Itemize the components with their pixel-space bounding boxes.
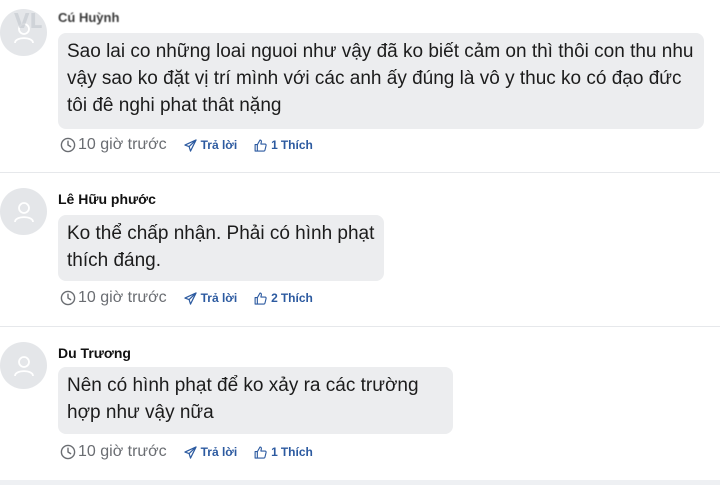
comment-author[interactable]: Du Trương [58, 345, 131, 361]
comment-meta: 10 giờ trước Trả lời 2 Thích [60, 288, 313, 308]
avatar[interactable] [0, 188, 47, 235]
comment-time: 10 giờ trước [60, 289, 167, 307]
comment-author[interactable]: Cú Huỳnh [58, 10, 119, 25]
comment-bubble: Nên có hình phạt để ko xảy ra các trường… [58, 367, 453, 434]
comment-item: Lê Hữu phước Ko thể chấp nhận. Phải có h… [0, 173, 720, 326]
comment-text-line: Sao lai co những loai nguoi như vậy đã k… [67, 41, 694, 62]
clock-icon [60, 444, 76, 460]
paper-plane-icon [183, 445, 197, 459]
reply-label: Trả lời [200, 445, 238, 459]
comment-meta: 10 giờ trước Trả lời 1 Thích [60, 442, 313, 462]
like-count: 2 [271, 291, 278, 305]
clock-icon [60, 290, 76, 306]
comment-bubble: Ko thể chấp nhận. Phải có hình phạt thíc… [58, 215, 384, 281]
comment-text-line: Nên có hình phạt để ko xảy ra các trường [67, 375, 419, 396]
comment-author[interactable]: Lê Hữu phước [58, 191, 156, 207]
clock-icon [60, 137, 76, 153]
like-button[interactable]: 2 Thích [254, 291, 313, 305]
user-icon [13, 355, 34, 376]
comment-text-line: tôi đê nghi phat thât nặng [67, 95, 282, 116]
comment-text-line: vậy sao ko đặt vị trí mình với các anh ấ… [67, 68, 682, 89]
reply-label: Trả lời [200, 138, 238, 152]
time-text: 10 giờ trước [78, 443, 167, 460]
comment-time: 10 giờ trước [60, 136, 167, 154]
like-label: Thích [280, 138, 313, 152]
like-label: Thích [280, 445, 313, 459]
reply-label: Trả lời [200, 291, 238, 305]
comment-bubble: Sao lai co những loai nguoi như vậy đã k… [58, 33, 704, 129]
thumbs-up-icon [254, 292, 267, 305]
like-count: 1 [271, 138, 278, 152]
comment-item: Du Trương Nên có hình phạt để ko xảy ra … [0, 327, 720, 480]
reply-button[interactable]: Trả lời [183, 138, 238, 152]
reply-button[interactable]: Trả lời [183, 445, 238, 459]
reply-button[interactable]: Trả lời [183, 291, 238, 305]
like-button[interactable]: 1 Thích [254, 138, 313, 152]
comment-text-line: hợp như vậy nữa [67, 402, 214, 423]
watermark-logo: VL [14, 10, 42, 33]
thumbs-up-icon [254, 139, 267, 152]
like-label: Thích [280, 291, 313, 305]
svg-text:VL: VL [14, 10, 42, 33]
section-separator [0, 480, 720, 485]
time-text: 10 giờ trước [78, 289, 167, 306]
comment-text-line: Ko thể chấp nhận. Phải có hình phạt [67, 223, 375, 244]
comment-text-line: thích đáng. [67, 250, 162, 271]
paper-plane-icon [183, 138, 197, 152]
paper-plane-icon [183, 291, 197, 305]
comment-time: 10 giờ trước [60, 443, 167, 461]
like-count: 1 [271, 445, 278, 459]
comment-meta: 10 giờ trước Trả lời 1 Thích [60, 135, 313, 155]
like-button[interactable]: 1 Thích [254, 445, 313, 459]
user-icon [13, 201, 34, 222]
comment-list: VL Cú Huỳnh Sao lai co những loai nguoi … [0, 0, 720, 485]
thumbs-up-icon [254, 446, 267, 459]
avatar[interactable] [0, 342, 47, 389]
time-text: 10 giờ trước [78, 136, 167, 153]
comment-item: VL Cú Huỳnh Sao lai co những loai nguoi … [0, 0, 720, 172]
